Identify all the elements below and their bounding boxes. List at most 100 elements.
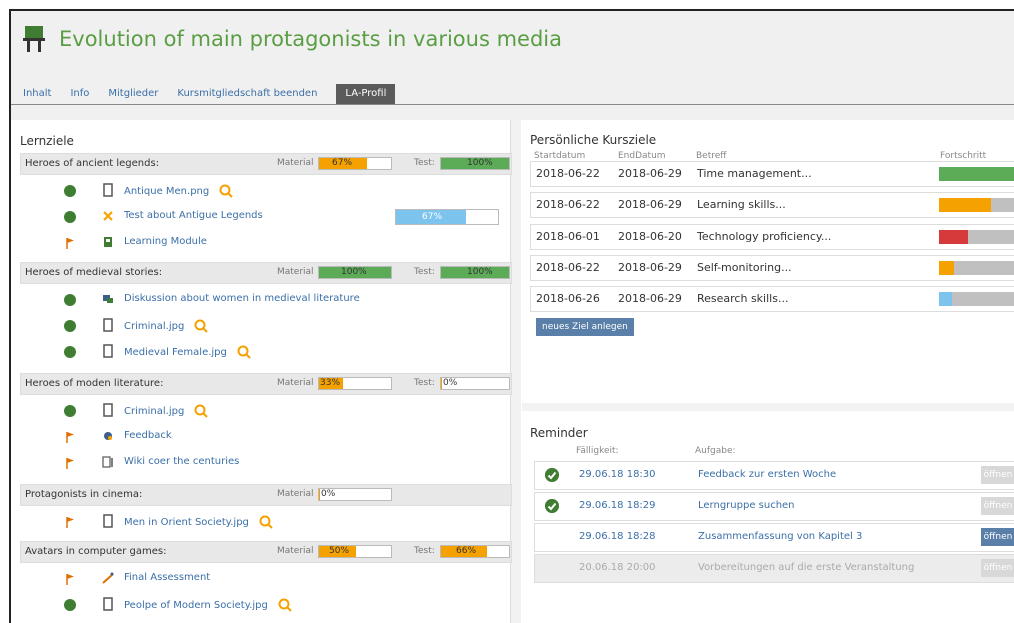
- flag-icon: [66, 517, 74, 528]
- group-name: Heroes of ancient legends:: [25, 158, 160, 169]
- course-header: Evolution of main protagonists in variou…: [11, 11, 1014, 120]
- item-link-peolpe-modern-society[interactable]: Peolpe of Modern Society.jpg: [124, 598, 292, 612]
- status-done-icon: [64, 346, 76, 358]
- assessment-icon: [102, 572, 114, 584]
- goal-end: 2018-06-29: [618, 292, 682, 305]
- goal-row[interactable]: 2018-06-26 2018-06-29 Research skills...: [530, 286, 1014, 312]
- reminder-task-link[interactable]: Vorbereitungen auf die erste Veranstaltu…: [698, 562, 914, 573]
- list-item: Medieval Female.jpg: [20, 339, 510, 365]
- goal-progress-bar: [939, 167, 1014, 181]
- flag-icon: [66, 458, 74, 469]
- material-percent: 100%: [341, 267, 367, 277]
- item-link-wiki[interactable]: Wiki coer the centuries: [124, 456, 239, 467]
- group-cinema: Protagonists in cinema: Material 0%: [20, 484, 512, 506]
- reminder-title: Reminder: [530, 426, 588, 440]
- open-button[interactable]: öffnen: [981, 466, 1014, 484]
- material-percent: 50%: [329, 546, 350, 556]
- magnifier-icon[interactable]: [259, 515, 273, 529]
- test-label: Test:: [414, 378, 435, 388]
- goal-row[interactable]: 2018-06-01 2018-06-20 Technology proficien…: [530, 224, 1014, 250]
- file-icon: [103, 318, 113, 332]
- page-title: Evolution of main protagonists in variou…: [59, 27, 562, 51]
- open-button[interactable]: öffnen: [981, 528, 1014, 546]
- status-done-icon: [64, 294, 76, 306]
- magnifier-icon[interactable]: [278, 598, 292, 612]
- goal-row[interactable]: 2018-06-22 2018-06-29 Self-monitoring...: [530, 255, 1014, 281]
- reminder-task-link[interactable]: Zusammenfassung von Kapitel 3: [698, 531, 862, 542]
- list-item: Men in Orient Society.jpg: [20, 509, 510, 535]
- item-link-criminal-2[interactable]: Criminal.jpg: [124, 404, 209, 418]
- magnifier-icon[interactable]: [194, 404, 209, 418]
- reminder-date: 29.06.18 18:30: [579, 469, 656, 480]
- col-faelligkeit: Fälligkeit:: [576, 446, 619, 456]
- file-icon: [103, 597, 113, 611]
- magnifier-icon[interactable]: [194, 319, 209, 333]
- reminder-row: 29.06.18 18:28 Zusammenfassung von Kapite…: [534, 523, 1014, 552]
- item-link-feedback[interactable]: Feedback: [124, 430, 172, 441]
- goal-row[interactable]: 2018-06-22 2018-06-29 Time management...: [530, 161, 1014, 187]
- lernziele-title: Lernziele: [20, 134, 74, 148]
- course-tabs: Inhalt Info Mitglieder Kursmitgliedschaf…: [23, 84, 396, 104]
- material-percent: 67%: [332, 158, 353, 168]
- test-label: Test:: [414, 546, 435, 556]
- test-progress-bar: 100%: [440, 266, 510, 279]
- item-link-learning-module[interactable]: Learning Module: [124, 236, 207, 247]
- item-link-criminal[interactable]: Criminal.jpg: [124, 319, 209, 333]
- reminder-date: 29.06.18 18:29: [579, 500, 656, 511]
- column-gap: [511, 120, 521, 623]
- goal-progress-bar: [939, 198, 1014, 212]
- reminder-date: 20.06.18 20:00: [579, 562, 656, 573]
- tab-kursmitgliedschaft-beenden[interactable]: Kursmitgliedschaft beenden: [177, 84, 317, 104]
- check-icon: [545, 499, 559, 513]
- section-separator: [522, 403, 1014, 411]
- tab-mitglieder[interactable]: Mitglieder: [108, 84, 158, 104]
- goal-start: 2018-06-26: [536, 292, 600, 305]
- list-item: Antique Men.png: [20, 178, 510, 204]
- test-progress-bar: 67%: [395, 209, 499, 225]
- group-computer-games: Avatars in computer games: Material 50% …: [20, 541, 512, 563]
- test-progress-bar: 0%: [440, 377, 510, 390]
- open-button[interactable]: öffnen: [981, 559, 1014, 577]
- reminder-task-link[interactable]: Lerngruppe suchen: [698, 500, 795, 511]
- item-link-test-antigue-legends[interactable]: Test about Antigue Legends: [124, 210, 263, 221]
- group-name: Heroes of moden literature:: [25, 378, 164, 389]
- goal-start: 2018-06-22: [536, 261, 600, 274]
- file-icon: [103, 514, 113, 528]
- kursziele-title: Persönliche Kursziele: [530, 133, 657, 147]
- tab-la-profil[interactable]: LA-Profil: [336, 84, 396, 104]
- test-progress-bar: 100%: [440, 157, 510, 170]
- goal-row[interactable]: 2018-06-22 2018-06-29 Learning skills...: [530, 192, 1014, 218]
- status-done-icon: [64, 599, 76, 611]
- goal-subject: Research skills...: [697, 292, 789, 305]
- item-link-men-orient[interactable]: Men in Orient Society.jpg: [124, 515, 273, 529]
- tab-info[interactable]: Info: [70, 84, 89, 104]
- item-link-medieval-female[interactable]: Medieval Female.jpg: [124, 345, 251, 359]
- goal-subject: Self-monitoring...: [697, 261, 792, 274]
- list-item: Final Assessment: [20, 566, 510, 592]
- goal-end: 2018-06-29: [618, 167, 682, 180]
- tab-inhalt[interactable]: Inhalt: [23, 84, 51, 104]
- list-item: Criminal.jpg: [20, 313, 510, 339]
- item-link-antique-men[interactable]: Antique Men.png: [124, 184, 233, 198]
- item-link-final-assessment[interactable]: Final Assessment: [124, 572, 210, 583]
- new-goal-button[interactable]: neues Ziel anlegen: [536, 318, 634, 336]
- goal-end: 2018-06-20: [618, 230, 682, 243]
- col-startdatum: Startdatum: [534, 151, 586, 161]
- item-link-diskussion[interactable]: Diskussion about women in medieval liter…: [124, 293, 360, 304]
- wiki-icon: [102, 456, 113, 468]
- magnifier-icon[interactable]: [219, 184, 233, 198]
- magnifier-icon[interactable]: [237, 345, 251, 359]
- flag-icon: [66, 574, 74, 585]
- goal-progress-bar: [939, 292, 1014, 306]
- forum-icon: [103, 295, 113, 303]
- group-name: Protagonists in cinema:: [25, 489, 143, 500]
- open-button[interactable]: öffnen: [981, 497, 1014, 515]
- tab-divider: [11, 104, 1014, 105]
- flag-icon: [66, 238, 74, 249]
- list-item: Learning Module: [20, 230, 510, 256]
- reminder-row: 29.06.18 18:30 Feedback zur ersten Woche ö…: [534, 461, 1014, 490]
- material-label: Material: [277, 267, 314, 277]
- reminder-task-link[interactable]: Feedback zur ersten Woche: [698, 469, 836, 480]
- reminder-date: 29.06.18 18:28: [579, 531, 656, 542]
- list-item: Peolpe of Modern Society.jpg: [20, 592, 510, 618]
